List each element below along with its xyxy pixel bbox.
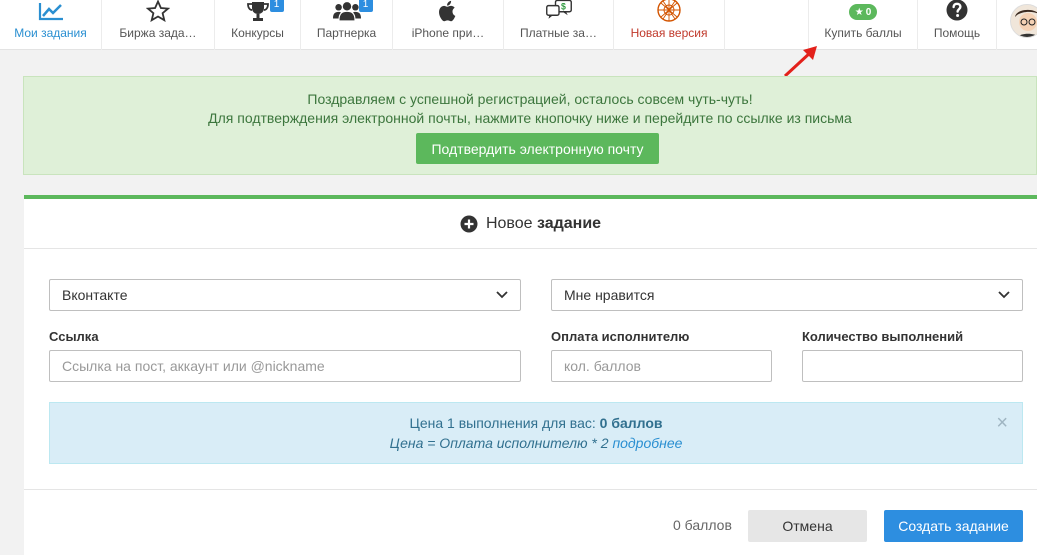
price-line: Цена 1 выполнения для вас: 0 баллов bbox=[50, 415, 1022, 431]
new-task-card: Новое задание Вконтакте Мне нравится Ссы… bbox=[24, 195, 1037, 555]
alert-line-2: Для подтверждения электронной почты, наж… bbox=[208, 110, 852, 126]
action-select-value: Мне нравится bbox=[564, 287, 655, 303]
red-arrow-annotation bbox=[783, 46, 817, 78]
nav-my-tasks[interactable]: Мои задания bbox=[0, 0, 102, 50]
top-navigation: Мои задания Биржа зада… 1 Конкурсы 1 Пар… bbox=[0, 0, 1037, 50]
nav-label: Конкурсы bbox=[231, 26, 284, 40]
count-label: Количество выполнений bbox=[802, 329, 964, 344]
price-value: 0 баллов bbox=[599, 415, 663, 431]
users-icon: 1 bbox=[332, 0, 373, 22]
nav-iphone-apps[interactable]: iPhone при… bbox=[393, 0, 504, 50]
nav-partners[interactable]: 1 Партнерка bbox=[301, 0, 393, 50]
chart-line-icon bbox=[37, 0, 65, 22]
chevron-down-icon bbox=[496, 291, 508, 299]
price-info-alert: Цена 1 выполнения для вас: 0 баллов Цена… bbox=[49, 402, 1023, 464]
apple-icon bbox=[434, 0, 462, 22]
nav-new-version[interactable]: Новая версия bbox=[614, 0, 725, 50]
action-select[interactable]: Мне нравится bbox=[551, 279, 1023, 311]
registration-success-alert: Поздравляем с успешной регистрацией, ост… bbox=[23, 76, 1037, 175]
plus-circle-icon bbox=[460, 215, 478, 232]
price-prefix: Цена 1 выполнения для вас: bbox=[409, 415, 596, 431]
money-chat-icon: $ bbox=[545, 0, 573, 22]
trophy-icon: 1 bbox=[244, 0, 284, 22]
contests-badge: 1 bbox=[269, 0, 284, 12]
partners-badge: 1 bbox=[358, 0, 373, 12]
nav-label: iPhone при… bbox=[411, 26, 485, 40]
card-title: Новое задание bbox=[24, 199, 1037, 249]
network-select-value: Вконтакте bbox=[62, 287, 128, 303]
nav-help[interactable]: Помощь bbox=[918, 0, 997, 50]
nav-task-exchange[interactable]: Биржа зада… bbox=[102, 0, 215, 50]
more-link[interactable]: подробнее bbox=[612, 435, 682, 451]
formula-line: Цена = Оплата исполнителю * 2 подробнее bbox=[50, 435, 1022, 451]
nav-label: Новая версия bbox=[630, 26, 708, 40]
link-input[interactable]: Ссылка на пост, аккаунт или @nickname bbox=[49, 350, 521, 382]
nav-buy-points[interactable]: ★ 0 Купить баллы bbox=[808, 0, 918, 50]
pay-input[interactable]: кол. баллов bbox=[551, 350, 772, 382]
chevron-down-icon bbox=[998, 291, 1010, 299]
nav-label: Мои задания bbox=[14, 26, 87, 40]
title-bold: задание bbox=[536, 214, 602, 232]
title-prefix: Новое bbox=[485, 214, 533, 232]
nav-contests[interactable]: 1 Конкурсы bbox=[215, 0, 301, 50]
nav-label: Биржа зада… bbox=[119, 26, 197, 40]
count-input[interactable] bbox=[802, 350, 1023, 382]
star-pill-icon: ★ bbox=[854, 6, 864, 18]
nav-label: Платные за… bbox=[520, 26, 597, 40]
pay-label: Оплата исполнителю bbox=[551, 329, 690, 344]
nav-label: Партнерка bbox=[316, 26, 377, 40]
globe-icon bbox=[655, 0, 683, 22]
link-label: Ссылка bbox=[49, 329, 99, 344]
help-icon bbox=[943, 0, 971, 22]
create-task-button[interactable]: Создать задание bbox=[884, 510, 1023, 542]
nav-paid-tasks[interactable]: $ Платные за… bbox=[504, 0, 614, 50]
footer-divider bbox=[24, 489, 1037, 490]
formula-text: Цена = Оплата исполнителю * 2 bbox=[389, 435, 609, 451]
cancel-button[interactable]: Отмена bbox=[748, 510, 867, 542]
nav-label: Купить баллы bbox=[824, 26, 902, 40]
star-icon bbox=[144, 0, 172, 22]
total-points: 0 баллов bbox=[673, 517, 732, 533]
network-select[interactable]: Вконтакте bbox=[49, 279, 521, 311]
svg-text:$: $ bbox=[560, 2, 565, 12]
nav-label: Помощь bbox=[933, 26, 981, 40]
confirm-email-button[interactable]: Подтвердить электронную почту bbox=[416, 133, 659, 164]
alert-line-1: Поздравляем с успешной регистрацией, ост… bbox=[307, 91, 753, 107]
close-icon[interactable]: × bbox=[996, 413, 1008, 433]
avatar[interactable] bbox=[1010, 4, 1037, 38]
points-count: 0 bbox=[865, 6, 872, 18]
points-pill: ★ 0 bbox=[848, 4, 878, 20]
